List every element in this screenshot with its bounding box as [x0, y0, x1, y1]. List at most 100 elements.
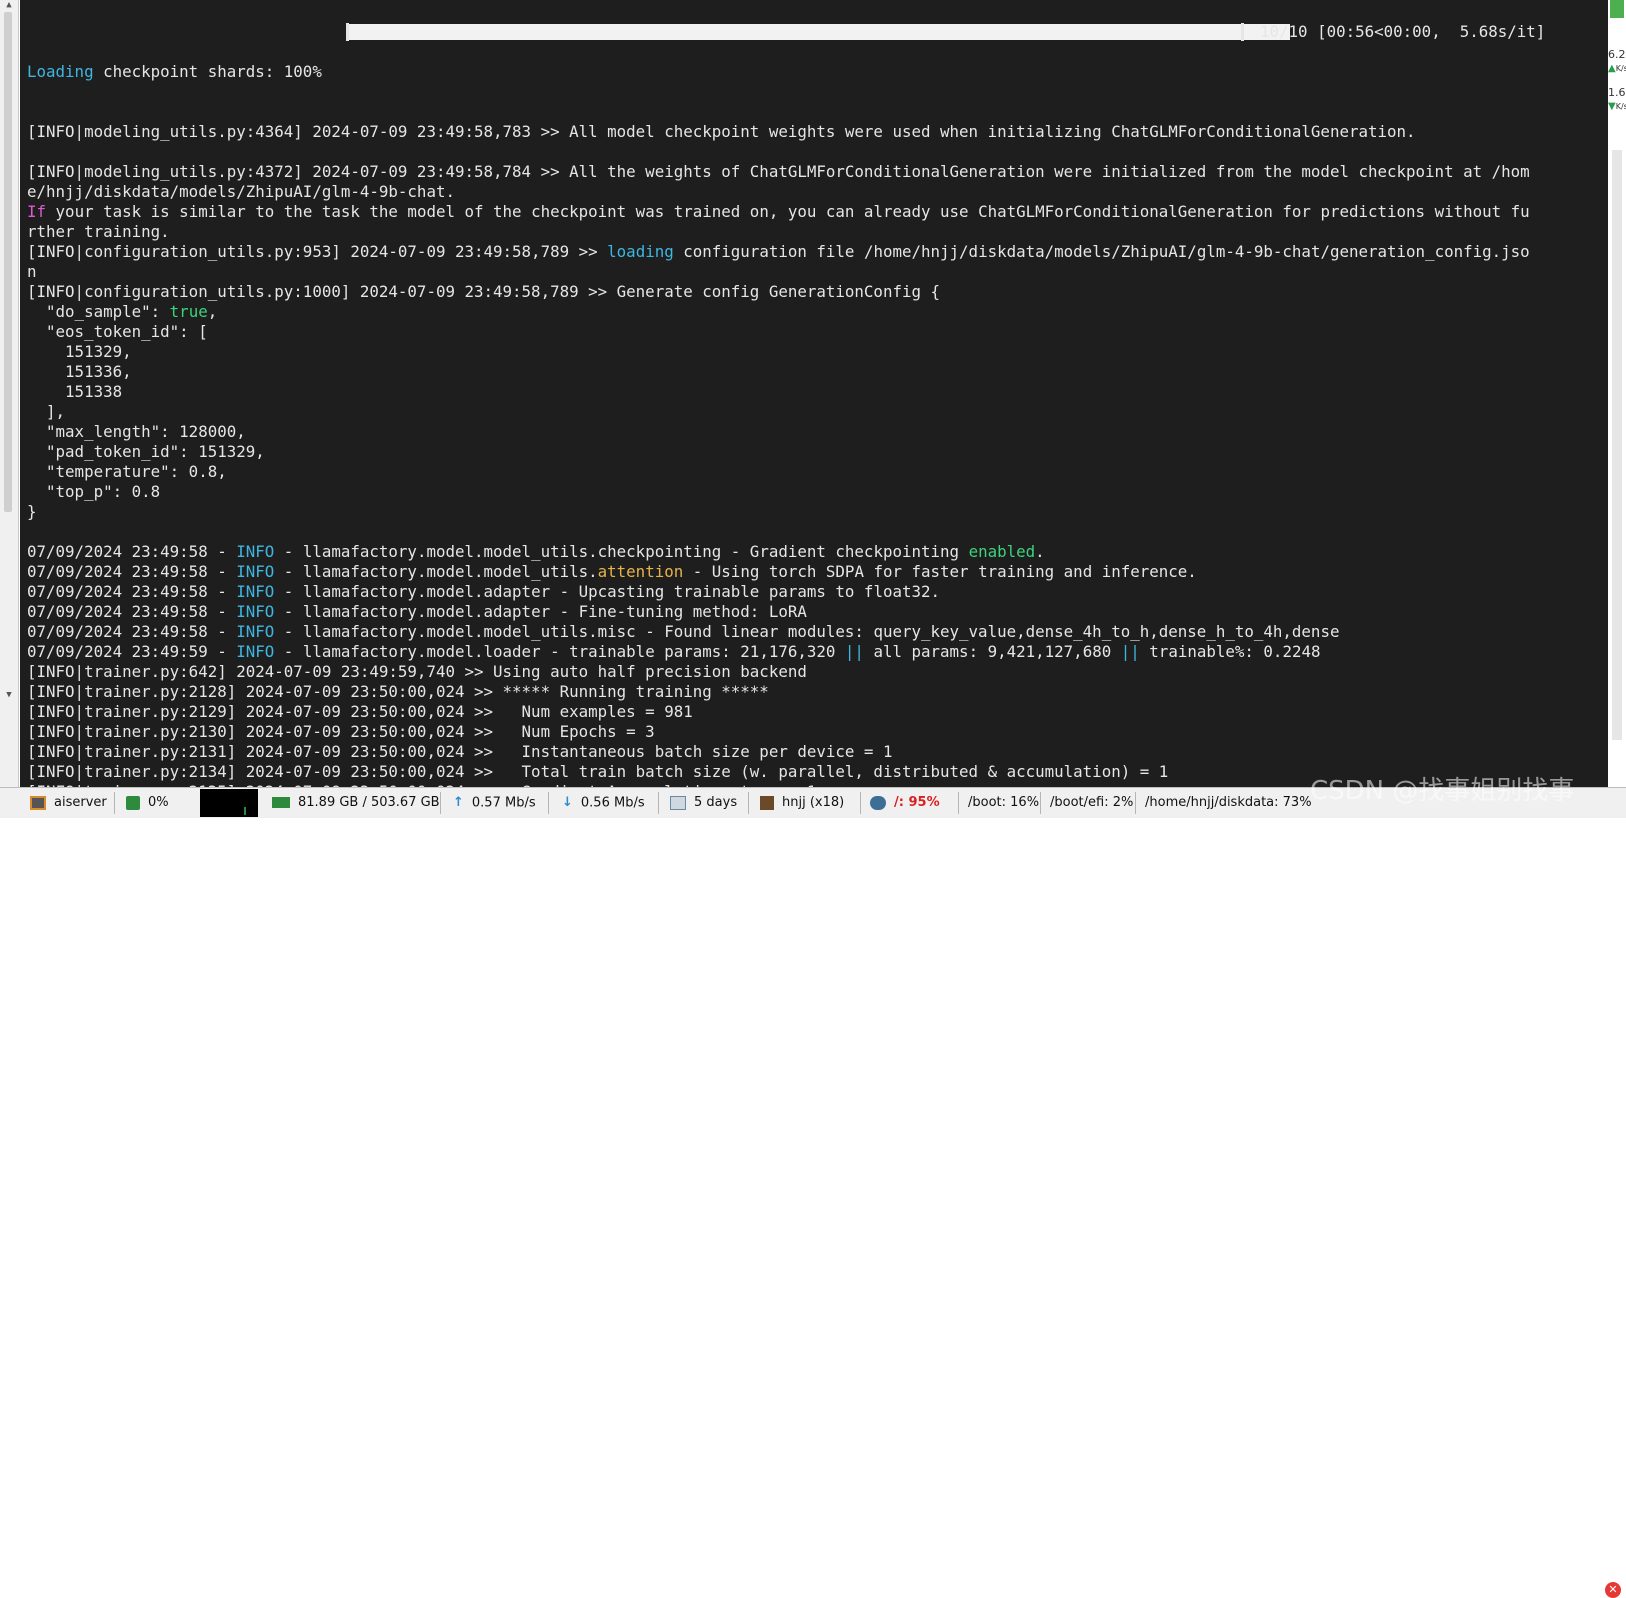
memory-item[interactable]: 81.89 GB / 503.67 GB	[272, 788, 440, 818]
terminal-text: - llamafactory.model.model_utils.checkpo…	[274, 542, 969, 561]
terminal-text: "top_p": 0.8	[27, 482, 161, 501]
terminal-text: ||	[844, 642, 864, 661]
terminal-text: INFO	[236, 642, 275, 661]
scroll-up-arrow-icon[interactable]: ▲	[3, 0, 15, 10]
disk-root-item[interactable]: /: 95%	[870, 788, 940, 818]
progress-label: checkpoint shards: 100%	[93, 62, 322, 81]
progress-prefix: Loading	[27, 62, 94, 81]
disk-boot-item[interactable]: /boot: 16%	[968, 788, 1039, 818]
progress-left-pipe	[346, 23, 349, 41]
terminal-line: [INFO|trainer.py:2128] 2024-07-09 23:50:…	[27, 682, 1530, 702]
terminal-line: [INFO|trainer.py:2130] 2024-07-09 23:50:…	[27, 722, 1530, 742]
terminal-line: [INFO|configuration_utils.py:1000] 2024-…	[27, 282, 1530, 302]
download-mini-unit: K/s	[1615, 102, 1626, 111]
upload-mini-value: 6.2	[1608, 48, 1626, 61]
users-item[interactable]: hnjj (x18)	[760, 788, 844, 818]
disk-data-item[interactable]: /home/hnjj/diskdata: 73%	[1145, 788, 1312, 818]
terminal-text: [INFO|trainer.py:2129] 2024-07-09 23:50:…	[27, 702, 693, 721]
terminal-text: trainable%: 0.2248	[1139, 642, 1321, 661]
terminal-text: ,	[207, 302, 218, 321]
right-scrollbar[interactable]	[1612, 150, 1622, 740]
terminal-line: rther training.	[27, 222, 1530, 242]
download-mini-value: 1.6	[1608, 86, 1626, 99]
cpu-graph	[200, 789, 258, 817]
scroll-down-arrow-icon[interactable]: ▼	[3, 690, 15, 700]
close-icon[interactable]: ✕	[1605, 1582, 1621, 1598]
terminal-line: 07/09/2024 23:49:58 - INFO - llamafactor…	[27, 582, 1530, 602]
terminal-text: 07/09/2024 23:49:58 -	[27, 542, 237, 561]
terminal-text: "max_length": 128000,	[27, 422, 246, 441]
terminal-line: "pad_token_id": 151329,	[27, 442, 1530, 462]
terminal-text: true	[169, 302, 208, 321]
terminal-text: n	[27, 262, 37, 281]
terminal-text: INFO	[236, 622, 275, 641]
watermark: CSDN @找事姐别找事	[1310, 776, 1575, 806]
host-item[interactable]: aiserver	[30, 788, 107, 818]
terminal-text: [INFO|trainer.py:2128] 2024-07-09 23:50:…	[27, 682, 769, 701]
terminal-text: [INFO|trainer.py:2130] 2024-07-09 23:50:…	[27, 722, 655, 741]
terminal-text: loading	[607, 242, 674, 261]
divider	[1135, 792, 1136, 814]
download-speed-mini: 1.6 ▼K/s	[1608, 86, 1626, 112]
terminal-line: n	[27, 262, 1530, 282]
terminal-line: 07/09/2024 23:49:58 - INFO - llamafactor…	[27, 622, 1530, 642]
terminal-text: [INFO|trainer.py:2134] 2024-07-09 23:50:…	[27, 762, 1169, 781]
terminal-text: [INFO|modeling_utils.py:4364] 2024-07-09…	[27, 122, 1416, 141]
terminal-text: .	[1035, 542, 1045, 561]
terminal-text: attention	[597, 562, 684, 581]
terminal-text: }	[27, 502, 37, 521]
upload-item[interactable]: ↑ 0.57 Mb/s	[453, 788, 536, 818]
terminal-text: 151336,	[27, 362, 132, 381]
memory-usage: 81.89 GB / 503.67 GB	[298, 795, 440, 810]
server-icon	[30, 795, 46, 810]
terminal-line: 151329,	[27, 342, 1530, 362]
divider	[114, 792, 115, 814]
terminal-text: "temperature": 0.8,	[27, 462, 227, 481]
terminal-line: "temperature": 0.8,	[27, 462, 1530, 482]
divider	[1040, 792, 1041, 814]
terminal-text: INFO	[236, 582, 275, 601]
download-speed: 0.56 Mb/s	[580, 795, 645, 811]
cpu-icon	[126, 795, 140, 810]
terminal-line: }	[27, 502, 1530, 522]
terminal-text: If	[27, 202, 47, 221]
terminal-line: e/hnjj/diskdata/models/ZhipuAI/glm-4-9b-…	[27, 182, 1530, 202]
terminal-text: 07/09/2024 23:49:58 -	[27, 582, 237, 601]
divider	[440, 792, 441, 814]
left-scrollbar[interactable]: ▲ ▼	[0, 0, 19, 787]
terminal-text: 151329,	[27, 342, 132, 361]
terminal-line: "do_sample": true,	[27, 302, 1530, 322]
terminal-text: INFO	[236, 602, 275, 621]
terminal-text: "pad_token_id": 151329,	[27, 442, 265, 461]
terminal-text: - llamafactory.model.adapter - Fine-tuni…	[274, 602, 807, 621]
terminal-line: [INFO|trainer.py:2131] 2024-07-09 23:50:…	[27, 742, 1530, 762]
terminal-text: 07/09/2024 23:49:58 -	[27, 622, 237, 641]
divider	[958, 792, 959, 814]
terminal-text: "do_sample":	[27, 302, 170, 321]
progress-suffix: 10/10 [00:56<00:00, 5.68s/it]	[1260, 22, 1546, 41]
terminal-line: [INFO|modeling_utils.py:4364] 2024-07-09…	[27, 122, 1530, 142]
terminal-line: "eos_token_id": [	[27, 322, 1530, 342]
download-item[interactable]: ↓ 0.56 Mb/s	[562, 788, 645, 818]
terminal-text: 07/09/2024 23:49:59 -	[27, 642, 237, 661]
users: hnjj (x18)	[782, 795, 845, 810]
cpu-item[interactable]: 0%	[126, 788, 169, 818]
disk-efi-item[interactable]: /boot/efi: 2%	[1050, 788, 1133, 818]
terminal-text: INFO	[236, 562, 275, 581]
cpu-usage: 0%	[148, 795, 169, 810]
terminal-text: "eos_token_id": [	[27, 322, 208, 341]
terminal-line: "top_p": 0.8	[27, 482, 1530, 502]
status-indicator	[1610, 0, 1624, 18]
disk-root-usage: /: 95%	[894, 795, 940, 810]
terminal-text: configuration file /home/hnjj/diskdata/m…	[673, 242, 1530, 261]
terminal-text: - llamafactory.model.adapter - Upcasting…	[274, 582, 941, 601]
terminal-text: [INFO|trainer.py:2131] 2024-07-09 23:50:…	[27, 742, 893, 761]
terminal-text: rther training.	[27, 222, 170, 241]
terminal-window[interactable]: Loading checkpoint shards: 100% [INFO|mo…	[20, 0, 1608, 787]
terminal-line: [INFO|configuration_utils.py:953] 2024-0…	[27, 242, 1530, 262]
uptime-item[interactable]: 5 days	[670, 788, 737, 818]
terminal-output: Loading checkpoint shards: 100% [INFO|mo…	[27, 22, 1530, 787]
scroll-thumb[interactable]	[4, 12, 12, 512]
